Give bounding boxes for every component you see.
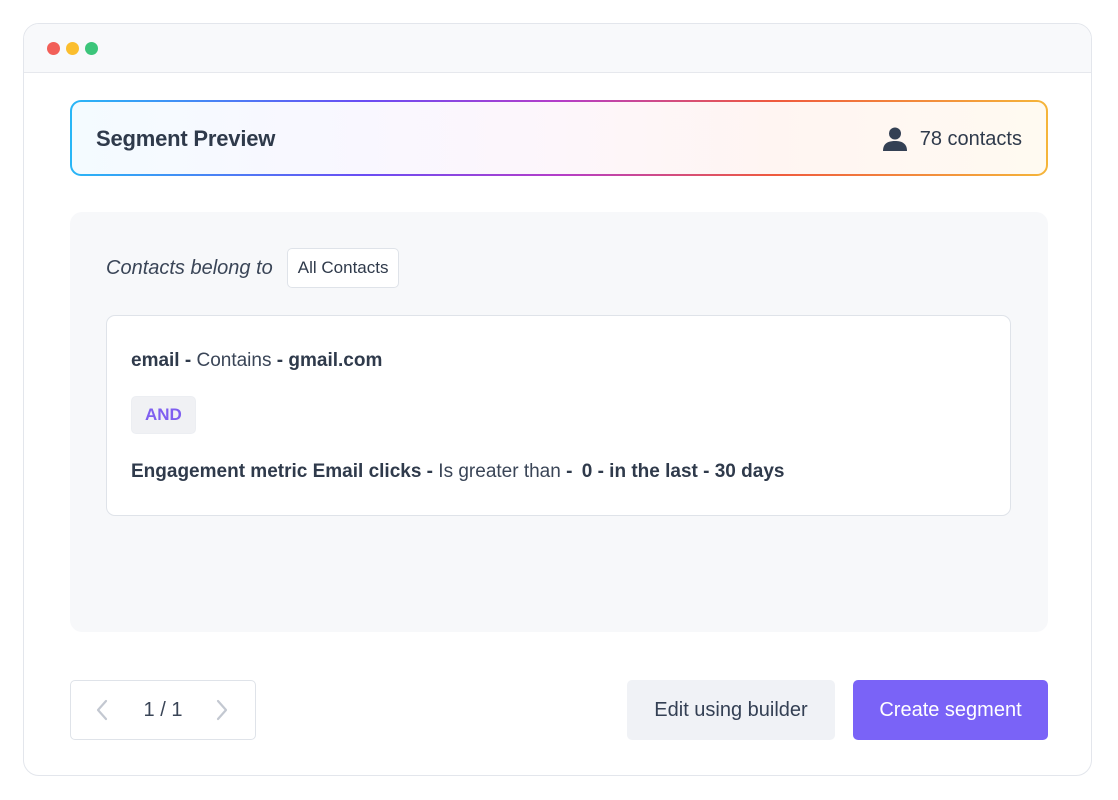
chevron-right-icon[interactable] [211,698,233,722]
maximize-window-button[interactable] [85,42,98,55]
window-titlebar [24,24,1091,73]
condition-separator: - [179,350,197,371]
page-title: Segment Preview [96,126,276,151]
belong-list-chip[interactable]: All Contacts [286,248,400,288]
user-icon [882,127,907,151]
and-joiner-badge: AND [131,396,196,434]
condition-operator: Contains [196,350,272,371]
app-window: Segment Preview 78 contacts Contacts bel… [23,23,1092,776]
edit-using-builder-button[interactable]: Edit using builder [627,680,835,740]
condition-separator: - [421,461,439,482]
condition-value: gmail.com [288,350,383,371]
condition-separator: - [271,350,289,371]
contacts-count-label: 78 contacts [919,127,1022,150]
condition-operator: Is greater than [438,461,561,482]
create-segment-button[interactable]: Create segment [853,680,1048,740]
pagination-control: 1 / 1 [70,680,256,740]
close-window-button[interactable] [47,42,60,55]
segment-preview-header: Segment Preview 78 contacts [70,100,1048,176]
segment-rules-panel: Contacts belong to All Contacts email - … [70,212,1048,632]
condition-field: email [131,350,180,371]
belong-row: Contacts belong to All Contacts [106,248,400,288]
minimize-window-button[interactable] [66,42,79,55]
condition-field: Engagement metric Email clicks [131,461,422,482]
condition-value: 0 - in the last - 30 days [581,461,785,482]
condition-separator: - [560,461,578,482]
contacts-count: 78 contacts [882,126,1022,152]
condition-row: Engagement metric Email clicks - Is grea… [131,461,784,483]
segment-preview-header-inner: Segment Preview 78 contacts [72,102,1046,174]
condition-row: email - Contains - gmail.com [131,350,382,372]
belong-label: Contacts belong to [106,256,273,279]
conditions-card: email - Contains - gmail.com AND Engagem… [106,315,1011,516]
